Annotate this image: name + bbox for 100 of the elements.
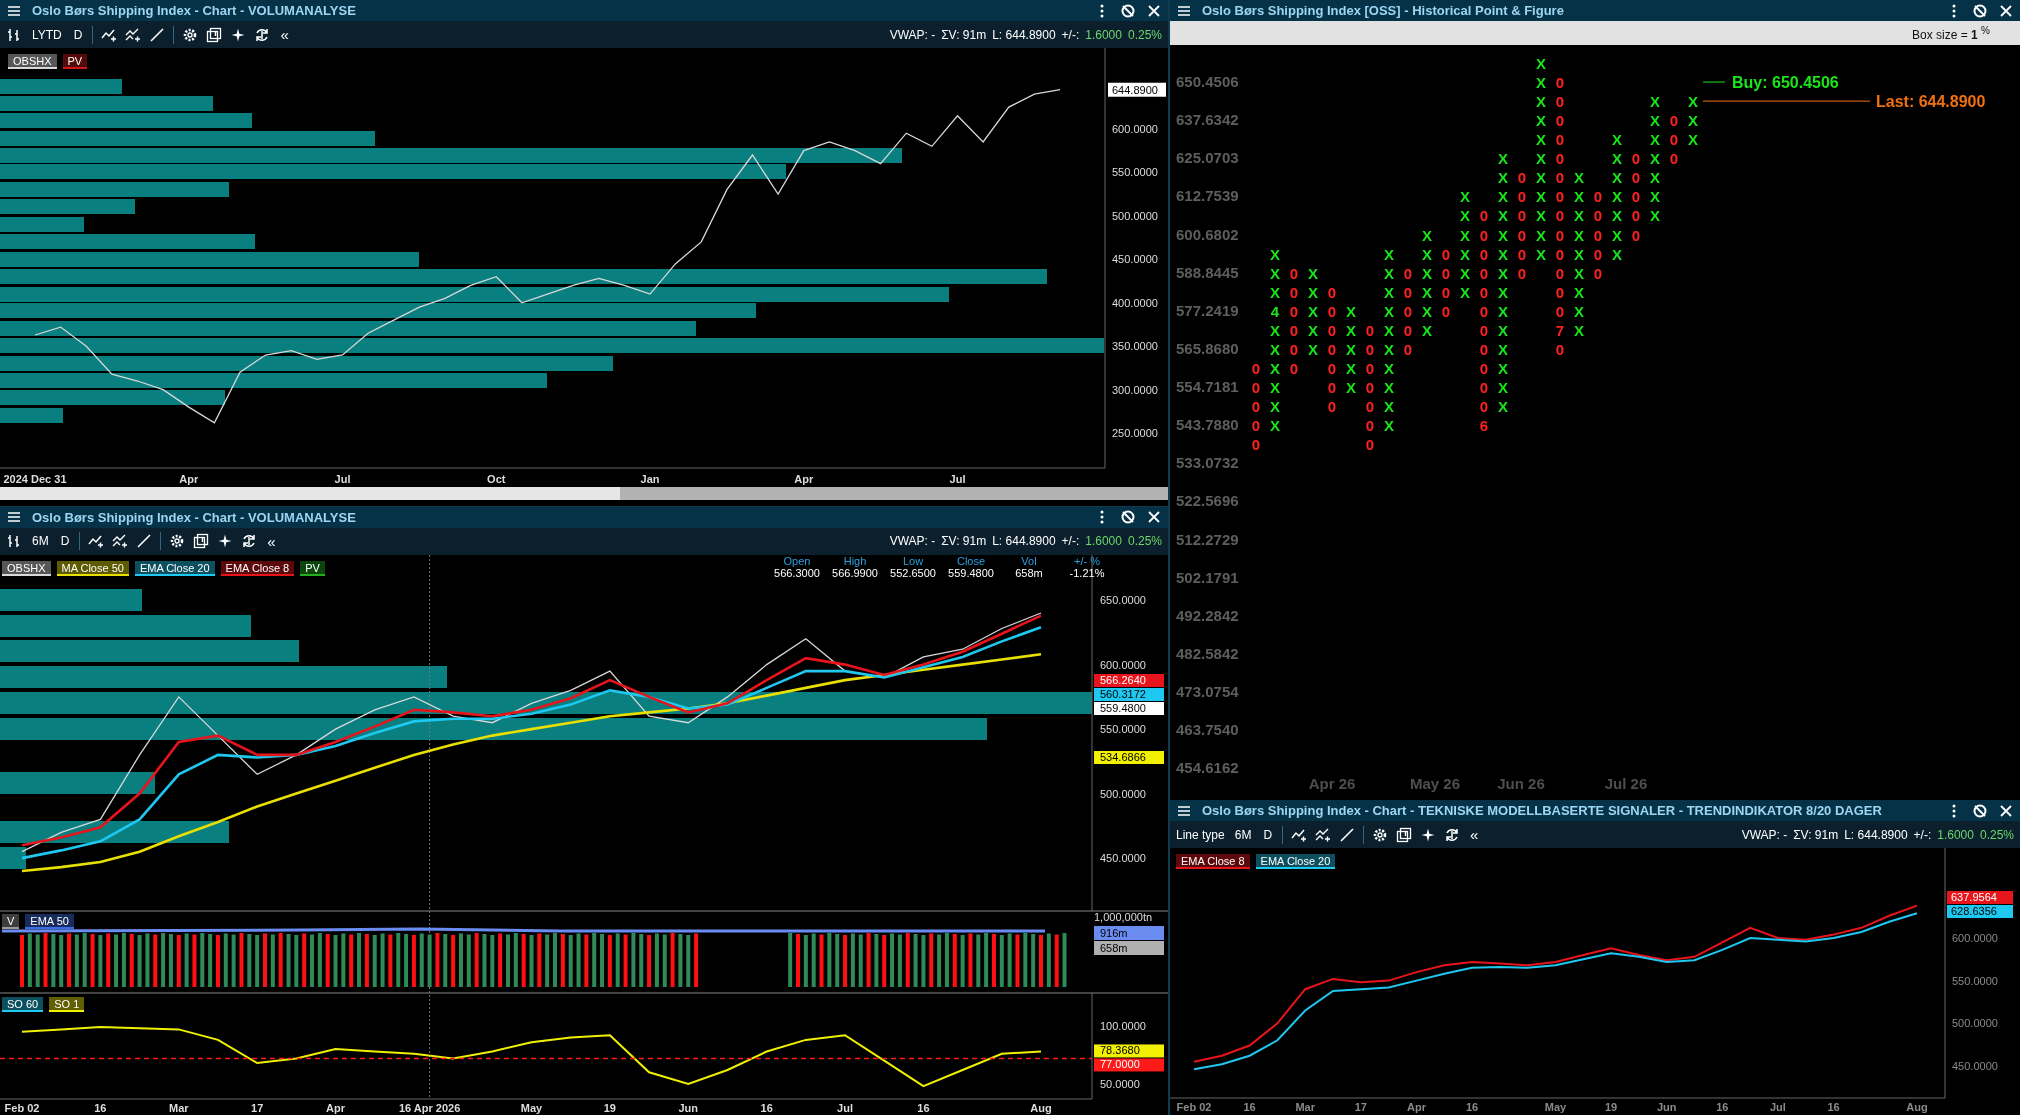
chart-mark: 0 bbox=[1517, 169, 1527, 187]
collapse-button[interactable]: « bbox=[265, 532, 278, 550]
y-axis-label: 650.0000 bbox=[1100, 593, 1146, 606]
legend-tag[interactable]: PV bbox=[62, 54, 88, 69]
chart-mark: X bbox=[1536, 245, 1546, 263]
chart-mark: 0 bbox=[1631, 207, 1641, 225]
price-label: 463.7540 bbox=[1176, 721, 1239, 739]
chart-mark: X bbox=[1346, 321, 1356, 339]
chart-mark: 0 bbox=[1327, 340, 1337, 358]
period-button[interactable]: D bbox=[1261, 827, 1275, 842]
chart-mark: X bbox=[1650, 93, 1660, 111]
period-button[interactable]: D bbox=[58, 534, 72, 549]
chart-mark: X bbox=[1536, 93, 1546, 111]
chart-mark: X bbox=[1650, 131, 1660, 149]
chart-mark: X bbox=[1498, 188, 1508, 206]
vwap-text: VWAP: - bbox=[889, 27, 936, 42]
chart-mark: X bbox=[1460, 264, 1470, 282]
box-size-text: Box size = 1 $^{%}$ bbox=[1912, 24, 1990, 42]
volume-marker: 916m bbox=[1094, 925, 1164, 940]
chart-mark: X bbox=[1346, 379, 1356, 396]
x-axis-label: 16 bbox=[760, 1101, 773, 1114]
chart-mark: X bbox=[1308, 321, 1318, 339]
chart-mark: 0 bbox=[1365, 359, 1375, 377]
chart-mark: 0 bbox=[1327, 379, 1337, 396]
period-button[interactable]: 6M bbox=[1232, 827, 1254, 842]
legend-tag[interactable]: MA Close 50 bbox=[56, 560, 129, 576]
chart-mark: X bbox=[1460, 207, 1470, 225]
change-label: +/-: bbox=[1061, 534, 1080, 549]
legend-tag[interactable]: OBSHX bbox=[8, 54, 57, 69]
chart-mark: X bbox=[1270, 417, 1280, 435]
chart-mark: X bbox=[1422, 226, 1432, 244]
chart-mark: X bbox=[1688, 93, 1698, 111]
chart-mark: X bbox=[1270, 264, 1280, 282]
last-text: L: 644.8900 bbox=[992, 27, 1056, 42]
legend-tag[interactable]: PV bbox=[300, 560, 325, 576]
y-axis-label: 400.0000 bbox=[1112, 296, 1158, 309]
x-axis-label: Jun bbox=[678, 1101, 699, 1114]
chart-mark: X bbox=[1460, 188, 1470, 206]
chart-mark: 0 bbox=[1479, 379, 1489, 396]
chart-mark: X bbox=[1498, 245, 1508, 263]
line-type-button[interactable]: Line type bbox=[1176, 827, 1225, 842]
chart-mark: X bbox=[1384, 321, 1394, 339]
legend-tag[interactable]: EMA Close 8 bbox=[1176, 854, 1250, 869]
y-axis-label: 250.0000 bbox=[1112, 427, 1158, 440]
chart-mark: 7 bbox=[1555, 321, 1565, 339]
chart-mark: 0 bbox=[1631, 188, 1641, 206]
oscillator-marker: 78.3680 bbox=[1094, 1044, 1164, 1057]
price-label: 454.6162 bbox=[1176, 759, 1239, 777]
period-button[interactable]: D bbox=[71, 27, 85, 42]
period-button[interactable]: LYTD bbox=[30, 27, 64, 42]
legend-tag[interactable]: SO 60 bbox=[2, 996, 44, 1012]
price-label: 492.2842 bbox=[1176, 606, 1239, 624]
chart-mark: X bbox=[1498, 169, 1508, 187]
legend-tag[interactable]: OBSHX bbox=[2, 560, 51, 576]
chart-mark: X bbox=[1270, 340, 1280, 358]
chart-mark: X bbox=[1422, 321, 1432, 339]
legend-tag[interactable]: EMA 50 bbox=[25, 913, 74, 929]
price-label: 533.0732 bbox=[1176, 454, 1239, 472]
chart-mark: X bbox=[1384, 245, 1394, 263]
chart-mark: X bbox=[1574, 245, 1584, 263]
legend-tag[interactable]: V bbox=[2, 913, 20, 929]
chart-mark: 0 bbox=[1555, 264, 1565, 282]
chart-mark: X bbox=[1612, 150, 1622, 168]
x-axis-label: Aug bbox=[1030, 1101, 1052, 1114]
chart-mark: 0 bbox=[1403, 340, 1413, 358]
chart-mark: 0 bbox=[1479, 321, 1489, 339]
last-label: Last: 644.8900 bbox=[1876, 93, 1986, 111]
chart-mark: 0 bbox=[1669, 150, 1679, 168]
y-axis-label: 450.0000 bbox=[1100, 851, 1146, 864]
price-marker: 559.4800 bbox=[1094, 701, 1164, 715]
x-axis-label: 17 bbox=[1354, 1101, 1367, 1113]
window-title: Oslo Børs Shipping Index - Chart - VOLUMANALYSE bbox=[32, 509, 357, 525]
collapse-button[interactable]: « bbox=[1468, 826, 1481, 843]
change-percent: 0.25% bbox=[1127, 27, 1162, 42]
legend-tag[interactable]: EMA Close 20 bbox=[1255, 854, 1336, 869]
chart-mark: X bbox=[1612, 131, 1622, 149]
chart-mark: 0 bbox=[1669, 112, 1679, 130]
window-title: Oslo Børs Shipping Index [OSS] - Historical Point & Figure bbox=[1202, 3, 1565, 18]
chart-mark: 0 bbox=[1251, 359, 1261, 377]
chart-mark: 0 bbox=[1479, 226, 1489, 244]
last-text: L: 644.8900 bbox=[992, 534, 1056, 549]
legend-tag[interactable]: EMA Close 8 bbox=[220, 560, 295, 576]
chart-mark: X bbox=[1270, 245, 1280, 263]
period-button[interactable]: 6M bbox=[30, 534, 51, 549]
volume-text: ΣV: 91m bbox=[941, 27, 987, 42]
x-axis-label: 19 bbox=[603, 1101, 616, 1114]
window-title: Oslo Børs Shipping Index - Chart - VOLUMANALYSE bbox=[32, 3, 357, 18]
legend-tag[interactable]: SO 1 bbox=[49, 996, 85, 1012]
chart-mark: X bbox=[1536, 207, 1546, 225]
chart-mark: 6 bbox=[1479, 417, 1489, 435]
chart-mark: X bbox=[1536, 112, 1546, 130]
chart-mark: 0 bbox=[1517, 226, 1527, 244]
chart-mark: X bbox=[1270, 359, 1280, 377]
legend-tag[interactable]: EMA Close 20 bbox=[134, 560, 215, 576]
chart-mark: X bbox=[1384, 264, 1394, 282]
chart-mark: X bbox=[1498, 359, 1508, 377]
chart-mark: 0 bbox=[1517, 188, 1527, 206]
collapse-button[interactable]: « bbox=[278, 26, 291, 43]
price-label: 512.2729 bbox=[1176, 530, 1239, 548]
chart-mark: 0 bbox=[1631, 226, 1641, 244]
